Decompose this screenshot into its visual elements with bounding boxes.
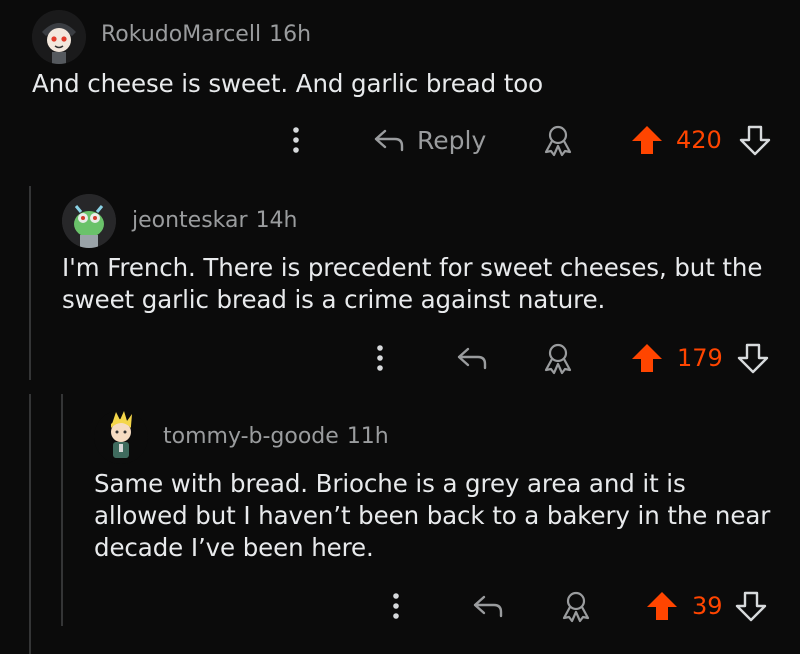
- comment-meta: RokudoMarcell 16h: [101, 22, 311, 47]
- award-icon: [544, 125, 572, 157]
- comment-age: 16h: [269, 22, 312, 47]
- upvote-arrow-icon: [632, 344, 662, 372]
- comment: tommy-b-goode 11h Same with bread. Brioch…: [72, 404, 800, 634]
- upvote-arrow-icon: [632, 126, 662, 154]
- comment-body: I'm French. There is precedent for sweet…: [62, 253, 763, 314]
- vertical-dots-icon: [393, 593, 399, 619]
- award-button[interactable]: [558, 586, 594, 626]
- upvote-button[interactable]: [630, 338, 664, 378]
- award-icon: [544, 343, 572, 375]
- more-options-button[interactable]: [286, 120, 306, 160]
- avatar-image: [62, 194, 116, 248]
- reply-button[interactable]: Reply: [373, 120, 486, 160]
- comment-actions: 39: [72, 586, 800, 626]
- comment-body: And cheese is sweet. And garlic bread to…: [32, 69, 544, 98]
- avatar[interactable]: [94, 410, 148, 464]
- comment-body: Same with bread. Brioche is a grey area …: [94, 469, 771, 562]
- thread-line[interactable]: [29, 394, 31, 654]
- avatar[interactable]: [62, 194, 116, 248]
- upvote-button[interactable]: [645, 586, 679, 626]
- reply-button[interactable]: [456, 338, 488, 378]
- avatar[interactable]: [32, 10, 86, 64]
- comment: RokudoMarcell 16h And cheese is sweet. An…: [0, 0, 800, 186]
- comment-age: 14h: [255, 208, 298, 233]
- comment-thread: RokudoMarcell 16h And cheese is sweet. An…: [0, 0, 800, 654]
- reply-arrow-icon: [473, 595, 503, 618]
- comment-meta: tommy-b-goode 11h: [163, 424, 389, 449]
- vote-score: 420: [676, 126, 722, 154]
- upvote-arrow-icon: [647, 592, 677, 620]
- avatar-image: [32, 10, 86, 64]
- vote-score: 179: [677, 344, 723, 372]
- username[interactable]: tommy-b-goode: [163, 424, 339, 449]
- comment-actions: 179: [40, 338, 800, 378]
- upvote-button[interactable]: [630, 120, 664, 160]
- downvote-button[interactable]: [734, 586, 768, 626]
- reply-arrow-icon: [374, 129, 404, 152]
- vertical-dots-icon: [377, 345, 383, 371]
- more-options-button[interactable]: [386, 586, 406, 626]
- username[interactable]: jeonteskar: [132, 208, 248, 233]
- downvote-button[interactable]: [738, 120, 772, 160]
- downvote-arrow-icon: [735, 591, 767, 622]
- award-button[interactable]: [540, 120, 576, 160]
- downvote-arrow-icon: [739, 125, 771, 156]
- award-button[interactable]: [540, 338, 576, 378]
- reply-button[interactable]: [472, 586, 504, 626]
- downvote-arrow-icon: [737, 343, 769, 374]
- thread-line[interactable]: [29, 186, 31, 380]
- reply-arrow-icon: [457, 347, 487, 370]
- more-options-button[interactable]: [370, 338, 390, 378]
- avatar-image: [111, 411, 132, 458]
- username[interactable]: RokudoMarcell: [101, 22, 261, 47]
- vote-score: 39: [692, 592, 723, 620]
- comment: jeonteskar 14h I'm French. There is prece…: [40, 186, 800, 386]
- downvote-button[interactable]: [736, 338, 770, 378]
- vertical-dots-icon: [293, 127, 299, 153]
- reply-label: Reply: [417, 125, 487, 155]
- comment-actions: Reply 420: [0, 120, 800, 160]
- comment-meta: jeonteskar 14h: [132, 208, 298, 233]
- comment-age: 11h: [346, 424, 389, 449]
- award-icon: [562, 591, 590, 623]
- thread-line[interactable]: [61, 394, 63, 626]
